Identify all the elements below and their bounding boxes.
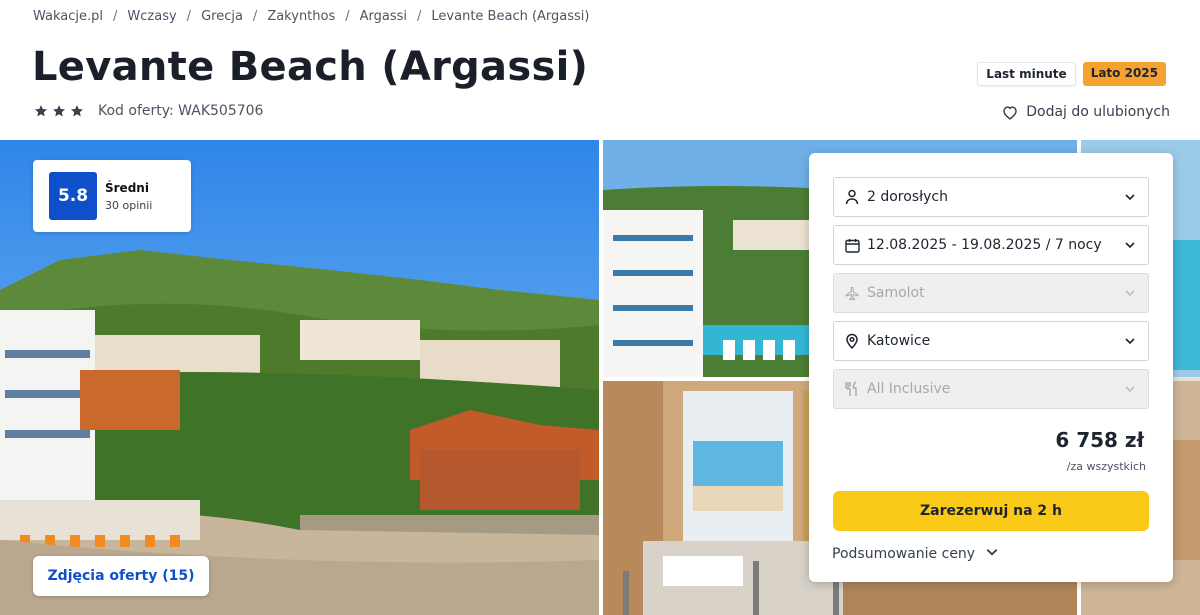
board-select: All Inclusive — [833, 369, 1149, 409]
person-icon — [844, 189, 860, 205]
location-pin-icon — [844, 333, 860, 349]
departure-select[interactable]: Katowice — [833, 321, 1149, 361]
transport-value: Samolot — [867, 285, 925, 301]
season-badge: Lato 2025 — [1082, 62, 1166, 86]
page-title: Levante Beach (Argassi) — [32, 44, 589, 90]
breadcrumb-separator: / — [186, 9, 192, 24]
chevron-down-icon — [1124, 239, 1136, 251]
departure-value: Katowice — [867, 333, 931, 349]
star-icon — [52, 104, 66, 118]
dates-select[interactable]: 12.08.2025 - 19.08.2025 / 7 nocy — [833, 225, 1149, 265]
dates-value: 12.08.2025 - 19.08.2025 / 7 nocy — [867, 237, 1102, 253]
offer-tags: Last minute Lato 2025 — [977, 62, 1166, 86]
board-value: All Inclusive — [867, 381, 951, 397]
chevron-down-icon — [1124, 335, 1136, 347]
breadcrumb-separator: / — [345, 9, 350, 24]
transport-select: Samolot — [833, 273, 1149, 313]
heart-icon — [1002, 105, 1018, 120]
breadcrumb-separator: / — [417, 9, 422, 24]
travelers-value: 2 dorosłych — [867, 189, 948, 205]
offer-code: Kod oferty: WAK505706 — [98, 103, 264, 119]
chevron-down-icon — [1124, 383, 1136, 395]
cutlery-icon — [844, 381, 860, 397]
offer-photos-button[interactable]: Zdjęcia oferty (15) — [33, 556, 209, 596]
breadcrumb-item-wczasy[interactable]: Wczasy — [127, 9, 176, 24]
last-minute-badge: Last minute — [977, 62, 1076, 86]
breadcrumb-item-grecja[interactable]: Grecja — [201, 9, 243, 24]
breadcrumb: Wakacje.pl / Wczasy / Grecja / Zakynthos… — [33, 9, 590, 24]
chevron-down-icon — [1124, 191, 1136, 203]
calendar-icon — [844, 237, 860, 253]
price-summary-label: Podsumowanie ceny — [832, 546, 976, 562]
chevron-down-icon — [1124, 287, 1136, 299]
breadcrumb-item-argassi[interactable]: Argassi — [360, 9, 407, 24]
total-price: 6 758 zł — [1055, 428, 1144, 452]
star-icon — [70, 104, 84, 118]
rating-score: 5.8 — [49, 172, 97, 220]
breadcrumb-item-zakynthos[interactable]: Zakynthos — [267, 9, 335, 24]
book-button[interactable]: Zarezerwuj na 2 h — [833, 491, 1149, 531]
add-to-favorites-label: Dodaj do ulubionych — [1026, 104, 1170, 120]
add-to-favorites-button[interactable]: Dodaj do ulubionych — [1002, 104, 1170, 120]
rating-card[interactable]: 5.8 Średni 30 opinii — [33, 160, 191, 232]
rating-count: 30 opinii — [105, 198, 153, 212]
rating-label: Średni — [105, 180, 149, 195]
travelers-select[interactable]: 2 dorosłych — [833, 177, 1149, 217]
breadcrumb-item-current: Levante Beach (Argassi) — [431, 9, 590, 24]
breadcrumb-item-wakacje[interactable]: Wakacje.pl — [33, 9, 103, 24]
hotel-stars — [34, 104, 84, 118]
price-note: /za wszystkich — [1066, 460, 1146, 473]
booking-panel: 2 dorosłych 12.08.2025 - 19.08.2025 / 7 … — [809, 153, 1173, 582]
chevron-down-icon — [985, 545, 999, 563]
rating-details: Średni 30 opinii — [105, 181, 152, 212]
plane-icon — [844, 285, 860, 301]
price-summary-toggle[interactable]: Podsumowanie ceny — [832, 545, 999, 563]
breadcrumb-separator: / — [252, 9, 258, 24]
offer-subheader: Kod oferty: WAK505706 — [34, 103, 263, 119]
star-icon — [34, 104, 48, 118]
main-hotel-photo[interactable]: 5.8 Średni 30 opinii Zdjęcia oferty (15) — [0, 140, 599, 615]
breadcrumb-separator: / — [113, 9, 118, 24]
